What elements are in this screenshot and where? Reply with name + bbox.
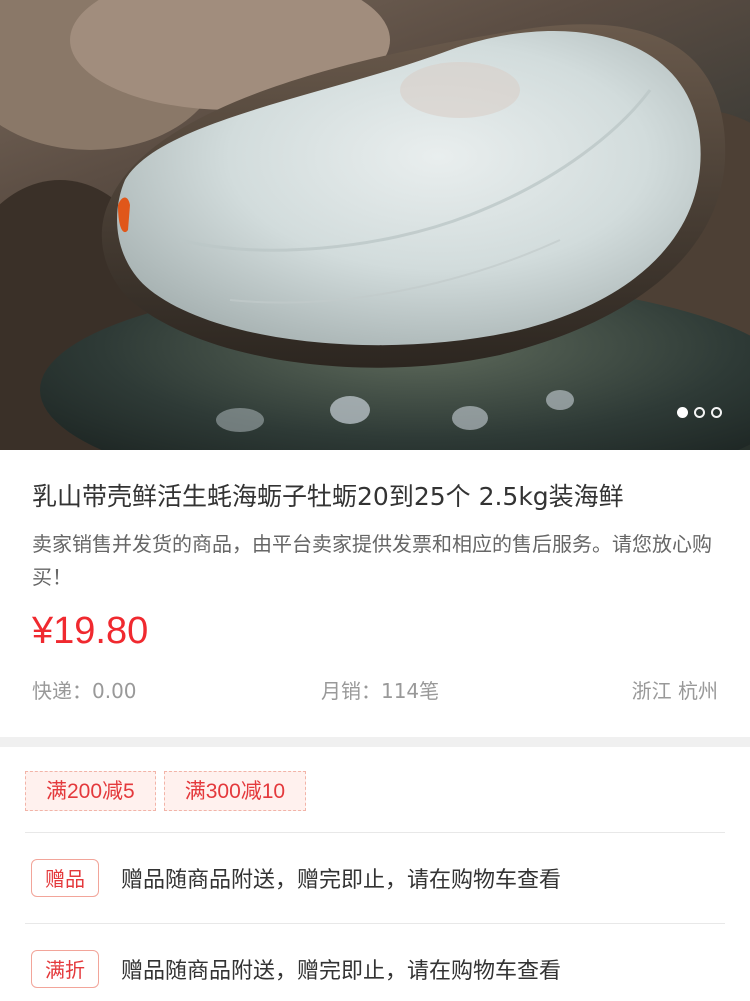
product-price: ¥19.80 xyxy=(32,610,149,652)
product-image-carousel[interactable] xyxy=(0,0,750,450)
shipping-fee: 快递：0.00 xyxy=(32,679,137,703)
promo-row-discount[interactable]: 满折 赠品随商品附送，赠完即止，请在购物车查看 xyxy=(25,924,725,1001)
seller-notice: 卖家销售并发货的商品，由平台卖家提供发票和相应的售后服务。请您放心购买！ xyxy=(32,532,712,589)
carousel-indicators xyxy=(677,407,722,418)
discount-description: 赠品随商品附送，赠完即止，请在购物车查看 xyxy=(121,959,562,984)
promotions-section: 满200减5 满300减10 赠品 赠品随商品附送，赠完即止，请在购物车查看 满… xyxy=(0,747,750,1001)
product-meta: 快递：0.00 月销：114笔 浙江 杭州 xyxy=(32,676,718,706)
carousel-dot[interactable] xyxy=(677,407,688,418)
product-title: 乳山带壳鲜活生蚝海蛎子牡蛎20到25个 2.5kg装海鲜 xyxy=(32,482,624,511)
product-info: 乳山带壳鲜活生蚝海蛎子牡蛎20到25个 2.5kg装海鲜 卖家销售并发货的商品，… xyxy=(0,450,750,737)
carousel-dot[interactable] xyxy=(694,407,705,418)
gift-tag: 赠品 xyxy=(31,859,99,897)
gift-description: 赠品随商品附送，赠完即止，请在购物车查看 xyxy=(121,868,562,893)
promo-row-gift[interactable]: 赠品 赠品随商品附送，赠完即止，请在购物车查看 xyxy=(25,833,725,924)
coupon-badge[interactable]: 满200减5 xyxy=(25,771,156,811)
coupon-badge[interactable]: 满300减10 xyxy=(163,771,307,811)
section-divider xyxy=(0,737,750,747)
discount-tag: 满折 xyxy=(31,950,99,988)
coupon-list: 满200减5 满300减10 xyxy=(25,747,725,833)
carousel-dot[interactable] xyxy=(711,407,722,418)
oyster-photo xyxy=(0,0,750,450)
monthly-sales: 月销：114笔 xyxy=(320,679,440,703)
ship-from-location: 浙江 杭州 xyxy=(631,679,718,703)
